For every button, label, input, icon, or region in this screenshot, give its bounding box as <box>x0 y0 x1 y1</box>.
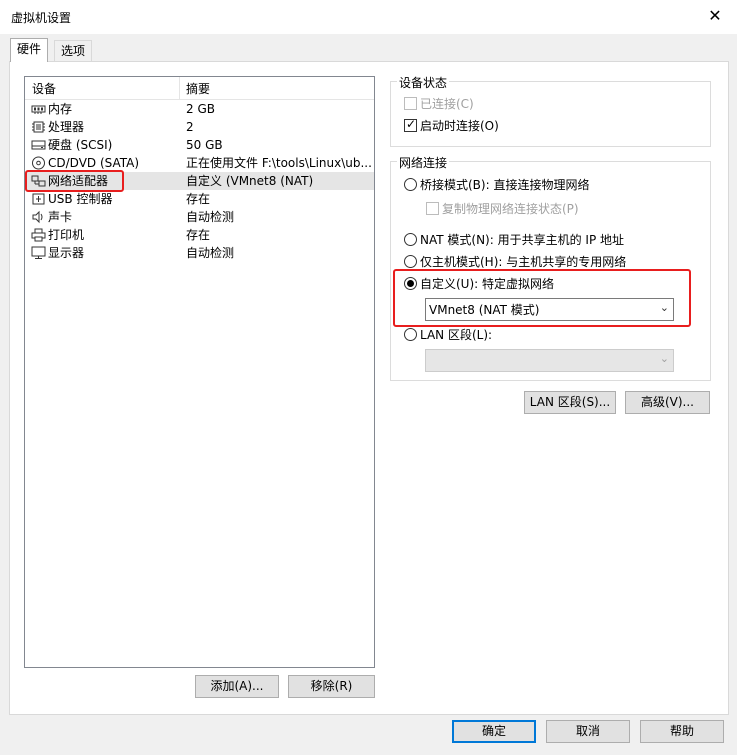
close-icon[interactable]: ✕ <box>705 6 725 26</box>
printer-icon <box>31 228 46 242</box>
column-separator[interactable] <box>179 77 180 99</box>
device-name: 硬盘 (SCSI) <box>48 138 113 152</box>
connect-at-power-on-label: 启动时连接(O) <box>420 119 499 133</box>
cancel-button[interactable]: 取消 <box>546 720 630 743</box>
check-mark-icon: ✓ <box>406 117 417 131</box>
custom-network-highlight <box>393 269 691 327</box>
connect-at-power-on-checkbox[interactable]: ✓ <box>404 117 417 132</box>
device-summary: 2 GB <box>186 102 215 116</box>
device-list-header: 设备 摘要 <box>25 77 374 100</box>
device-summary: 自动检测 <box>186 210 235 224</box>
device-row-display[interactable]: 显示器 自动检测 <box>25 244 374 262</box>
lan-segment-select[interactable]: ⌄ <box>425 349 674 372</box>
device-summary: 存在 <box>186 228 211 242</box>
connected-checkbox[interactable] <box>404 97 417 110</box>
device-name: 显示器 <box>48 246 85 260</box>
replicate-state-checkbox[interactable] <box>426 202 439 215</box>
device-row-usb-controller[interactable]: USB 控制器 存在 <box>25 190 374 208</box>
hard-disk-icon <box>31 138 46 152</box>
network-adapter-highlight <box>25 170 124 192</box>
ok-button[interactable]: 确定 <box>452 720 536 743</box>
device-row-printer[interactable]: 打印机 存在 <box>25 226 374 244</box>
replicate-state-label: 复制物理网络连接状态(P) <box>442 202 579 216</box>
network-connection-title: 网络连接 <box>397 154 450 171</box>
chevron-down-icon: ⌄ <box>659 352 669 365</box>
device-name: 声卡 <box>48 210 73 224</box>
memory-icon <box>31 102 46 116</box>
lan-segment-label: LAN 区段(L): <box>420 328 493 342</box>
help-button[interactable]: 帮助 <box>640 720 724 743</box>
bridged-radio[interactable] <box>404 178 417 191</box>
display-icon <box>31 246 46 260</box>
device-list[interactable]: 设备 摘要 内存 2 GB 处理器 2 硬盘 (SCSI) 50 GB CD/D… <box>24 76 375 668</box>
tab-options[interactable]: 选项 <box>54 40 93 62</box>
tab-strip: 硬件 选项 <box>0 38 737 62</box>
host-only-radio[interactable] <box>404 255 417 268</box>
device-summary: 自定义 (VMnet8 (NAT) <box>186 174 314 188</box>
processor-icon <box>31 120 46 134</box>
device-row-memory[interactable]: 内存 2 GB <box>25 100 374 118</box>
device-summary: 2 <box>186 120 194 134</box>
advanced-button[interactable]: 高级(V)... <box>625 391 710 414</box>
nat-radio[interactable] <box>404 233 417 246</box>
host-only-label: 仅主机模式(H): 与主机共享的专用网络 <box>420 255 627 269</box>
nat-label: NAT 模式(N): 用于共享主机的 IP 地址 <box>420 233 625 247</box>
usb-icon <box>31 192 46 206</box>
connected-label: 已连接(C) <box>420 97 474 111</box>
device-summary: 自动检测 <box>186 246 235 260</box>
device-summary: 50 GB <box>186 138 223 152</box>
device-name: 打印机 <box>48 228 85 242</box>
device-name: 处理器 <box>48 120 85 134</box>
lan-segments-button[interactable]: LAN 区段(S)... <box>524 391 616 414</box>
cd-dvd-icon <box>31 156 46 170</box>
sound-card-icon <box>31 210 46 224</box>
title-bar: 虚拟机设置 ✕ <box>0 0 737 34</box>
device-summary: 正在使用文件 F:\tools\Linux\ub... <box>186 156 372 170</box>
device-row-hard-disk[interactable]: 硬盘 (SCSI) 50 GB <box>25 136 374 154</box>
bridged-label: 桥接模式(B): 直接连接物理网络 <box>420 178 590 192</box>
device-status-title: 设备状态 <box>397 74 450 91</box>
column-header-device[interactable]: 设备 <box>32 80 56 97</box>
add-hardware-button[interactable]: 添加(A)... <box>195 675 279 698</box>
remove-hardware-button[interactable]: 移除(R) <box>288 675 375 698</box>
lan-segment-radio[interactable] <box>404 328 417 341</box>
column-header-summary[interactable]: 摘要 <box>186 80 210 97</box>
device-row-sound-card[interactable]: 声卡 自动检测 <box>25 208 374 226</box>
device-name: 内存 <box>48 102 73 116</box>
tab-hardware[interactable]: 硬件 <box>10 38 49 62</box>
device-summary: 存在 <box>186 192 211 206</box>
device-name: USB 控制器 <box>48 192 113 206</box>
device-row-processor[interactable]: 处理器 2 <box>25 118 374 136</box>
window-title: 虚拟机设置 <box>11 11 72 25</box>
